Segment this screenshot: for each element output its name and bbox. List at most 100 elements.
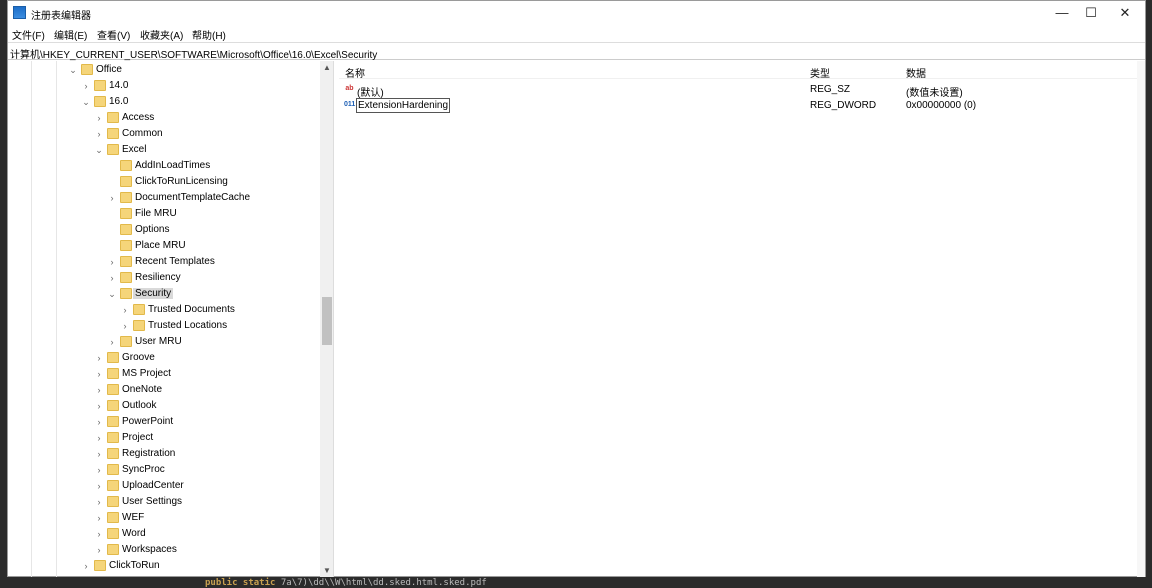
tree-item-syncproc[interactable]: › SyncProc <box>8 462 319 478</box>
menu-edit[interactable]: 编辑(E) <box>54 27 87 42</box>
tree-item-label: AddInLoadTimes <box>135 160 211 171</box>
tree-item-office[interactable]: ⌄ Office <box>8 62 319 78</box>
menu-file[interactable]: 文件(F) <box>12 27 45 42</box>
chevron-right-icon[interactable]: › <box>94 480 104 492</box>
folder-icon <box>107 368 119 379</box>
chevron-right-icon[interactable]: › <box>94 112 104 124</box>
chevron-right-icon[interactable]: › <box>107 256 117 268</box>
tree-item-label: Project <box>122 432 154 443</box>
chevron-right-icon[interactable]: › <box>94 448 104 460</box>
tree-item-label: UploadCenter <box>122 480 184 491</box>
scrollbar-thumb[interactable] <box>322 297 332 345</box>
chevron-right-icon[interactable]: › <box>94 544 104 556</box>
scroll-down-arrow-icon[interactable]: ▼ <box>320 566 333 575</box>
scroll-up-arrow-icon[interactable]: ▲ <box>320 63 333 72</box>
tree-item-16-0[interactable]: ⌄ 16.0 <box>8 94 319 110</box>
tree-item-word[interactable]: › Word <box>8 526 319 542</box>
chevron-down-icon[interactable]: ⌄ <box>107 288 117 300</box>
tree-item-label: Office <box>96 64 122 75</box>
chevron-right-icon[interactable]: › <box>94 416 104 428</box>
folder-icon <box>107 544 119 555</box>
menu-favorites[interactable]: 收藏夹(A) <box>140 27 183 42</box>
tree-item-groove[interactable]: › Groove <box>8 350 319 366</box>
tree-item-trusted-documents[interactable]: › Trusted Documents <box>8 302 319 318</box>
chevron-down-icon[interactable]: ⌄ <box>81 96 91 108</box>
list-scrollbar[interactable] <box>1137 61 1145 577</box>
registry-tree: ⌄ Office › 14.0 ⌄ 16.0 › Access › Common ⌄ Excel Add… <box>8 61 334 577</box>
tree-item-uploadcenter[interactable]: › UploadCenter <box>8 478 319 494</box>
chevron-right-icon[interactable]: › <box>120 304 130 316</box>
value-type: REG_SZ <box>810 84 851 95</box>
tree-item-access[interactable]: › Access <box>8 110 319 126</box>
tree-item-recent-templates[interactable]: › Recent Templates <box>8 254 319 270</box>
tree-item-label: Excel <box>122 144 147 155</box>
tree-item-label: Place MRU <box>135 240 186 251</box>
tree-scrollbar[interactable]: ▲ ▼ <box>320 61 333 577</box>
folder-icon <box>107 400 119 411</box>
tree-item-outlook[interactable]: › Outlook <box>8 398 319 414</box>
folder-icon <box>120 256 132 267</box>
tree-item-label: WEF <box>122 512 145 523</box>
tree-item-label: 14.0 <box>109 80 129 91</box>
maximize-button[interactable]: ☐ <box>1074 3 1108 23</box>
chevron-right-icon[interactable]: › <box>107 336 117 348</box>
chevron-right-icon[interactable]: › <box>81 560 91 572</box>
chevron-down-icon[interactable]: ⌄ <box>94 144 104 156</box>
menu-view[interactable]: 查看(V) <box>97 27 130 42</box>
tree-item-registration[interactable]: › Registration <box>8 446 319 462</box>
folder-icon <box>94 80 106 91</box>
tree-item-excel[interactable]: ⌄ Excel <box>8 142 319 158</box>
tree-item-powerpoint[interactable]: › PowerPoint <box>8 414 319 430</box>
chevron-right-icon[interactable]: › <box>94 432 104 444</box>
chevron-right-icon[interactable]: › <box>94 384 104 396</box>
folder-icon <box>133 320 145 331</box>
tree-item-addinloadtimes[interactable]: AddInLoadTimes <box>8 158 319 174</box>
folder-icon <box>107 528 119 539</box>
tree-item-options[interactable]: Options <box>8 222 319 238</box>
folder-icon <box>107 416 119 427</box>
tree-item-ms-project[interactable]: › MS Project <box>8 366 319 382</box>
tree-item-resiliency[interactable]: › Resiliency <box>8 270 319 286</box>
tree-item-trusted-locations[interactable]: › Trusted Locations <box>8 318 319 334</box>
chevron-right-icon[interactable]: › <box>94 512 104 524</box>
chevron-right-icon[interactable]: › <box>94 368 104 380</box>
value-name: (默认) <box>357 88 384 99</box>
menu-bar: 文件(F) 编辑(E) 查看(V) 收藏夹(A) 帮助(H) <box>8 25 1145 42</box>
tree-item-clicktorunlicensing[interactable]: ClickToRunLicensing <box>8 174 319 190</box>
column-header-type[interactable]: 类型 <box>810 65 830 80</box>
chevron-right-icon[interactable]: › <box>107 192 117 204</box>
tree-item-common[interactable]: › Common <box>8 126 319 142</box>
tree-item-user-mru[interactable]: › User MRU <box>8 334 319 350</box>
tree-item-documenttemplatecache[interactable]: › DocumentTemplateCache <box>8 190 319 206</box>
column-header-name[interactable]: 名称 <box>345 65 365 80</box>
tree-item-clicktorun[interactable]: › ClickToRun <box>8 558 319 574</box>
chevron-right-icon[interactable]: › <box>81 80 91 92</box>
chevron-right-icon[interactable]: › <box>94 352 104 364</box>
tree-item-onenote[interactable]: › OneNote <box>8 382 319 398</box>
tree-item-14-0[interactable]: › 14.0 <box>8 78 319 94</box>
tree-item-security[interactable]: ⌄ Security <box>8 286 319 302</box>
chevron-right-icon[interactable]: › <box>94 464 104 476</box>
tree-item-workspaces[interactable]: › Workspaces <box>8 542 319 558</box>
menu-help[interactable]: 帮助(H) <box>192 27 226 42</box>
tree-item-place-mru[interactable]: Place MRU <box>8 238 319 254</box>
tree-item-label: OneNote <box>122 384 163 395</box>
chevron-right-icon[interactable]: › <box>107 272 117 284</box>
chevron-right-icon[interactable]: › <box>94 128 104 140</box>
chevron-right-icon[interactable]: › <box>94 496 104 508</box>
close-button[interactable]: ✕ <box>1108 3 1142 23</box>
tree-item-user-settings[interactable]: › User Settings <box>8 494 319 510</box>
chevron-right-icon[interactable]: › <box>120 320 130 332</box>
tree-item-project[interactable]: › Project <box>8 430 319 446</box>
tree-item-wef[interactable]: › WEF <box>8 510 319 526</box>
address-bar[interactable]: 计算机\HKEY_CURRENT_USER\SOFTWARE\Microsoft… <box>8 42 1145 61</box>
column-header-data[interactable]: 数据 <box>906 65 926 80</box>
rename-value-input[interactable]: ExtensionHardening <box>356 98 451 113</box>
value-data: 0x00000000 (0) <box>906 100 977 111</box>
chevron-down-icon[interactable]: ⌄ <box>68 64 78 76</box>
chevron-right-icon[interactable]: › <box>94 528 104 540</box>
tree-item-file-mru[interactable]: File MRU <box>8 206 319 222</box>
folder-icon <box>107 480 119 491</box>
folder-icon <box>120 208 132 219</box>
chevron-right-icon[interactable]: › <box>94 400 104 412</box>
